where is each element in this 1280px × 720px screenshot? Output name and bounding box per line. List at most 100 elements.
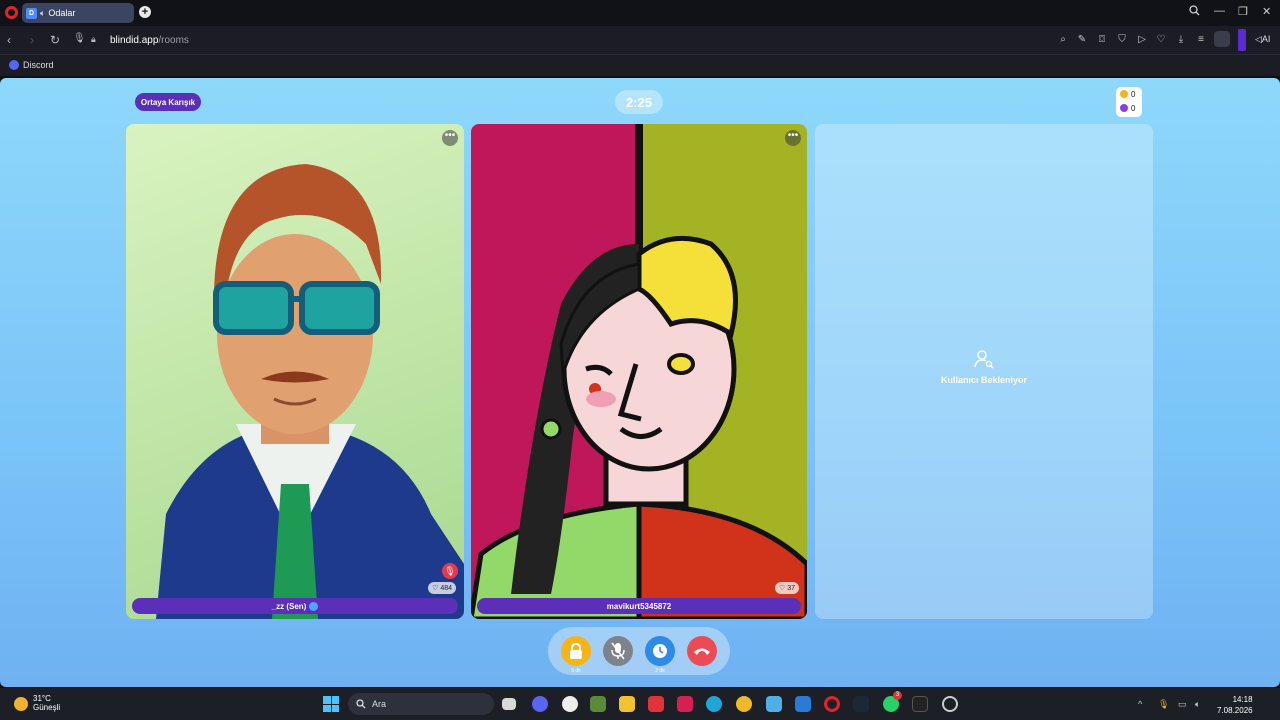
- lens-icon[interactable]: ⌕: [1057, 34, 1069, 46]
- round-timer: 2:25: [615, 90, 663, 114]
- url-path: /rooms: [158, 35, 189, 46]
- app-w-icon[interactable]: [648, 696, 664, 712]
- search-icon: [356, 699, 366, 709]
- card-options-button[interactable]: •••: [785, 130, 801, 146]
- mic-toggle-button[interactable]: [603, 636, 633, 666]
- store-icon[interactable]: [766, 696, 782, 712]
- card-options-button[interactable]: •••: [442, 130, 458, 146]
- mic-tray-icon[interactable]: 🎙︎: [1158, 699, 1169, 710]
- bookmark-discord[interactable]: Discord: [9, 60, 54, 70]
- discord-icon: [9, 60, 19, 70]
- edge-icon[interactable]: [706, 696, 722, 712]
- download-icon[interactable]: ⤓: [1175, 34, 1187, 46]
- participant-name-bar: _zz (Sen): [132, 598, 458, 614]
- app-icon[interactable]: [942, 696, 958, 712]
- gem-count: 0: [1131, 103, 1136, 113]
- lock-button[interactable]: [561, 636, 591, 666]
- mic-off-icon: [611, 642, 625, 660]
- chevron-up-icon[interactable]: ^: [1138, 699, 1142, 709]
- microphone-icon[interactable]: 🎙︎: [73, 33, 86, 44]
- gem-icon: [1120, 104, 1128, 112]
- participant-name: mavikurt5345872: [606, 601, 672, 611]
- speaker-icon[interactable]: 🔈︎: [40, 8, 45, 19]
- opera-app-icon[interactable]: [824, 696, 840, 712]
- url-host: blindid.app: [110, 35, 159, 46]
- lock-label: 5 dk: [571, 668, 581, 674]
- file-explorer-icon[interactable]: [619, 696, 635, 712]
- start-icon[interactable]: [323, 696, 339, 712]
- display-icon[interactable]: ▭: [1178, 699, 1187, 710]
- back-icon[interactable]: ‹: [7, 33, 11, 47]
- app-icon[interactable]: [562, 696, 578, 712]
- waiting-message: Kullanıcı Bekleniyor: [815, 349, 1153, 385]
- address-bar: ‹ › ↻ 🎙︎ 🔒︎ blindid.app/rooms ⌕ ✎ ⌼ ⛉ ▷ …: [0, 26, 1280, 54]
- mail-icon[interactable]: [795, 696, 811, 712]
- coin-icon: [1120, 90, 1128, 98]
- currency-counters: 0 0: [1116, 87, 1142, 117]
- tab-odalar[interactable]: D 🔈︎ Odalar: [22, 3, 134, 23]
- avatar-illustration-woman: [471, 124, 807, 619]
- url-field[interactable]: blindid.app/rooms: [110, 35, 189, 46]
- extension-icon[interactable]: [1238, 29, 1246, 51]
- system-clock[interactable]: 14:18 7.08.2026: [1217, 694, 1253, 716]
- notification-badge: 3: [893, 691, 902, 700]
- end-call-button[interactable]: [687, 636, 717, 666]
- likes-badge: ♡ 37: [774, 582, 799, 594]
- user-search-icon: [974, 350, 994, 369]
- menu-icon[interactable]: ≡: [1195, 34, 1207, 46]
- app-icon[interactable]: [677, 696, 693, 712]
- search-placeholder: Ara: [372, 699, 387, 709]
- taskbar-search[interactable]: Ara: [348, 693, 494, 715]
- forward-icon[interactable]: ›: [30, 33, 34, 47]
- participant-name-bar: mavikurt5345872: [477, 598, 801, 614]
- app-icon[interactable]: [912, 696, 928, 712]
- search-tabs-icon[interactable]: [1189, 5, 1200, 19]
- clock-icon: [653, 644, 667, 658]
- chrome-icon[interactable]: [736, 696, 752, 712]
- restore-icon[interactable]: ❐: [1238, 5, 1248, 18]
- weather-condition: Güneşli: [33, 703, 61, 712]
- volume-icon[interactable]: 🔈︎: [1195, 699, 1200, 710]
- participant-card-self: ••• 🎙︎ ♡ 484 _zz (Sen): [126, 124, 464, 619]
- likes-badge: ♡ 484: [428, 582, 456, 594]
- mic-muted-icon: 🎙︎: [442, 563, 458, 579]
- profile-icon[interactable]: [1214, 31, 1230, 47]
- new-tab-button[interactable]: +: [139, 6, 151, 18]
- play-icon[interactable]: ▷: [1136, 34, 1148, 46]
- weather-widget[interactable]: 31°C Güneşli: [14, 694, 60, 712]
- waiting-card: Kullanıcı Bekleniyor: [815, 124, 1153, 619]
- bookmark-label: Discord: [23, 60, 54, 70]
- ai-button[interactable]: ◁AI: [1255, 34, 1270, 45]
- call-controls: 5 dk 2 dk: [548, 627, 730, 675]
- lock-icon: 🔒︎: [91, 34, 96, 44]
- discord-app-icon[interactable]: [532, 696, 548, 712]
- shield-icon[interactable]: ⛉: [1116, 34, 1128, 46]
- participant-card-other: ••• ♡ 37 mavikurt5345872: [471, 124, 807, 619]
- reload-icon[interactable]: ↻: [50, 33, 60, 47]
- steam-icon[interactable]: [853, 696, 869, 712]
- opera-logo-icon[interactable]: [5, 6, 18, 19]
- sun-icon: [14, 697, 28, 711]
- heart-icon[interactable]: ♡: [1155, 34, 1167, 46]
- close-icon[interactable]: ✕: [1262, 5, 1271, 18]
- windows-taskbar: 31°C Güneşli Ara 3 ^ 🎙︎ ▭ 🔈︎ 14:18 7.08.…: [0, 688, 1280, 720]
- clock-date: 7.08.2026: [1217, 706, 1253, 715]
- blindid-favicon-icon: D: [26, 7, 37, 19]
- waiting-text: Kullanıcı Bekleniyor: [940, 375, 1028, 385]
- camera-icon[interactable]: ⌼: [1096, 34, 1108, 46]
- hang-up-icon: [694, 648, 710, 655]
- task-view-icon[interactable]: [502, 698, 516, 710]
- mode-badge[interactable]: Ortaya Karışık: [135, 93, 201, 111]
- bookmarks-bar: Discord: [0, 54, 1280, 76]
- minecraft-icon[interactable]: [590, 696, 606, 712]
- minimize-icon[interactable]: —: [1214, 5, 1225, 17]
- temperature: 31°C: [33, 694, 51, 703]
- padlock-icon: [570, 643, 582, 659]
- room-page: Ortaya Karışık 2:25 0 0 ••• 🎙︎ ♡ 484 _zz…: [0, 78, 1280, 687]
- edit-icon[interactable]: ✎: [1076, 34, 1088, 46]
- clock-time: 14:18: [1232, 695, 1253, 704]
- coin-count: 0: [1131, 89, 1136, 99]
- time-label: 2 dk: [655, 668, 665, 674]
- add-time-button[interactable]: [645, 636, 675, 666]
- participant-name: _zz (Sen): [271, 601, 307, 611]
